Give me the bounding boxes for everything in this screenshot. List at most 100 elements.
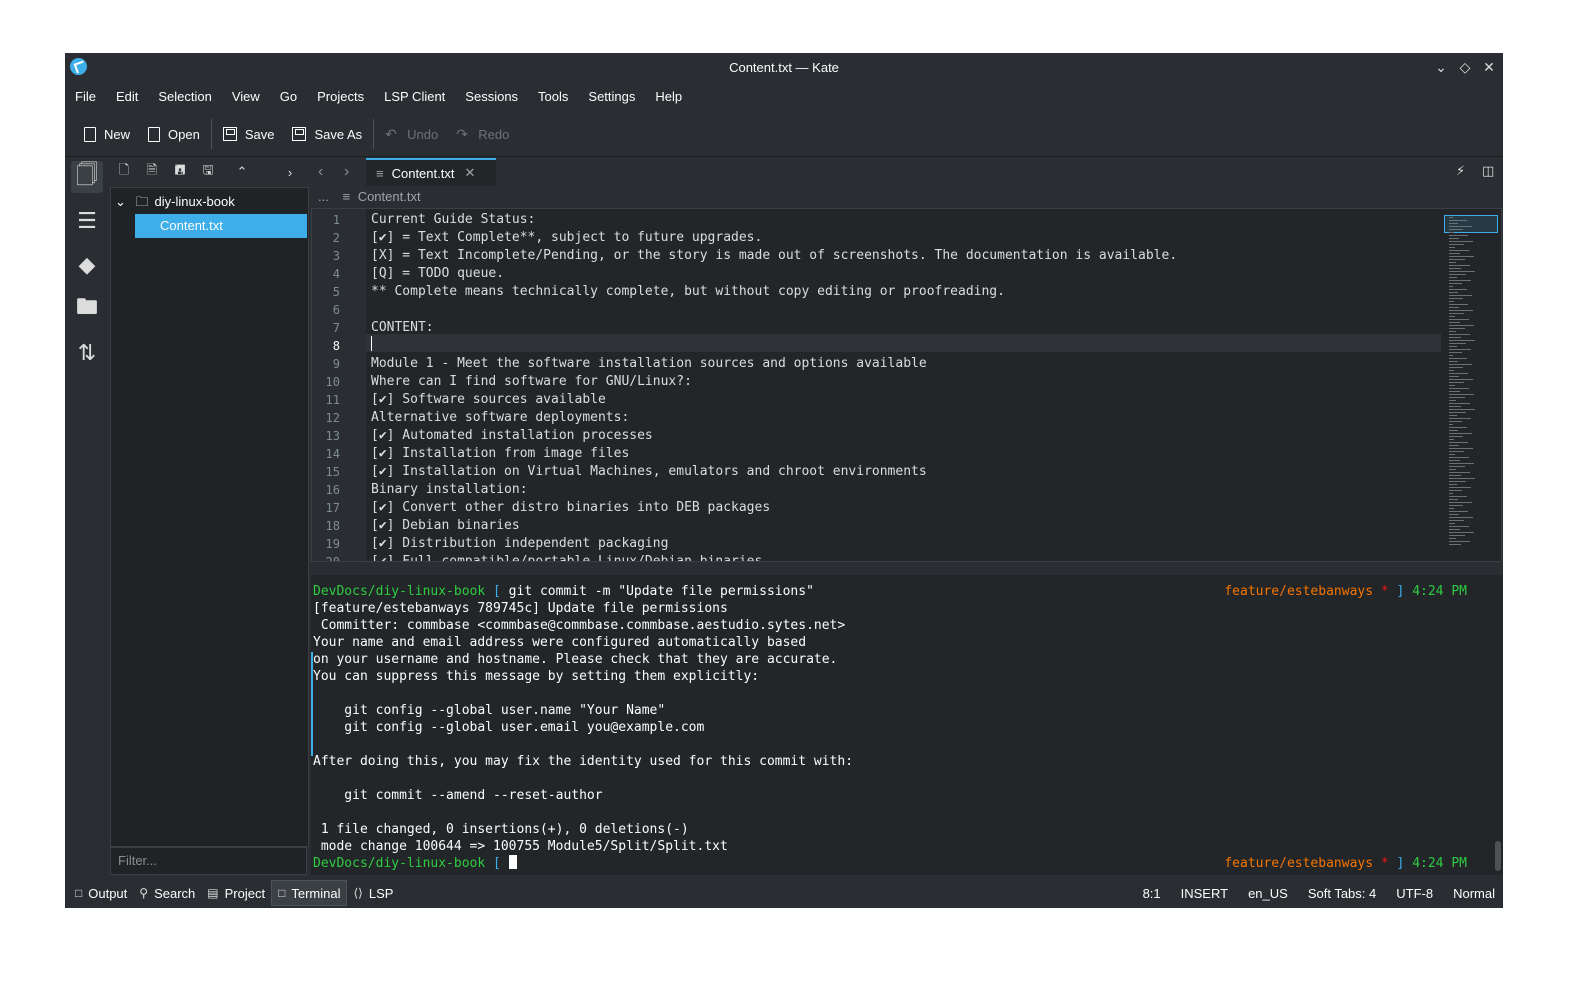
menu-lsp-client[interactable]: LSP Client [374,85,455,109]
minimap-line [1449,265,1470,266]
undo-button[interactable]: ↶ Undo [376,120,447,148]
spellcheck-language[interactable]: en_US [1248,886,1288,901]
menu-projects[interactable]: Projects [307,85,374,109]
new-button[interactable]: New [75,120,139,148]
encoding[interactable]: UTF-8 [1396,886,1433,901]
close-tab-icon[interactable]: ✕ [464,165,475,181]
minimap-line [1449,247,1455,248]
minimap-line [1449,541,1470,542]
terminal-scrollbar[interactable] [1495,841,1501,871]
code-line: [✔] Automated installation processes [371,428,653,443]
minimap-line [1449,313,1464,314]
window-title: Content.txt — Kate [729,60,839,75]
minimap-line [1449,421,1462,422]
menu-go[interactable]: Go [270,85,307,109]
redo-button[interactable]: ↷ Redo [447,120,518,148]
menu-selection[interactable]: Selection [148,85,221,109]
code-line: [Q] = TODO queue. [371,266,505,281]
search-tab[interactable]: ⚲ Search [133,880,201,906]
save-icon [222,127,237,141]
terminal-prompt-right: feature/estebanways * ] 4:24 PM [1224,583,1467,600]
tree-folder-row[interactable]: ⌄ 🗀 diy-linux-book [115,190,235,214]
title-bar[interactable]: Content.txt — Kate ⌄ ◇ ✕ [65,53,1503,81]
output-tab[interactable]: □ Output [69,880,133,906]
menu-view[interactable]: View [222,85,270,109]
menu-help[interactable]: Help [645,85,692,109]
menu-file[interactable]: File [65,85,106,109]
terminal-cursor [508,855,517,869]
minimap-line [1449,268,1461,269]
save-label: Save [244,126,275,142]
forward-arrow-icon[interactable]: › [344,163,349,181]
open-button[interactable]: Open [139,120,209,148]
maximize-icon[interactable]: ◇ [1456,58,1474,76]
input-mode[interactable]: Normal [1453,886,1495,901]
menu-sessions[interactable]: Sessions [455,85,528,109]
minimap-line [1449,445,1459,446]
minimap-line [1449,295,1472,296]
save-as-label: Save As [314,126,363,142]
cursor-position[interactable]: 8:1 [1143,886,1161,901]
line-number: 3 [332,249,340,263]
tree-filter-input[interactable]: Filter... [110,847,307,875]
breadcrumb-ellipsis[interactable]: ... [318,189,329,204]
menu-edit[interactable]: Edit [106,85,148,109]
git-branch: feature/estebanways [1224,856,1374,871]
minimap-line [1449,238,1459,239]
tab-content-txt[interactable]: ≡ Content.txt ✕ [366,158,496,186]
menu-settings[interactable]: Settings [578,85,645,109]
minimap-line [1449,499,1458,500]
terminal-output-line: After doing this, you may fix the identi… [313,754,854,769]
edit-mode[interactable]: INSERT [1181,886,1228,901]
save-file-as-icon[interactable]: 🖫 [194,161,222,183]
minimap-line [1449,217,1453,218]
minimap-line [1449,250,1469,251]
menu-tools[interactable]: Tools [528,85,578,109]
folder-icon[interactable]: 🖿 [71,293,103,325]
terminal-tab[interactable]: □ Terminal [271,880,348,906]
text-editor[interactable]: 1 2 3 4 5 6 7 8 9 10 11 12 13 14 15 16 17 18 19 20 Current … [311,208,1502,562]
projects-icon[interactable]: ⇅ [71,337,103,369]
save-as-button[interactable]: Save As [283,120,371,148]
lsp-tab[interactable]: ⟨⟩ LSP [347,880,399,906]
save-file-icon[interactable]: 🖪 [166,161,194,183]
code-line: [✔] Debian binaries [371,518,520,533]
breadcrumb: ... ≡ Content.txt [308,187,421,207]
minimap-line [1449,388,1469,389]
open-file-icon[interactable]: 🗎 [138,161,166,183]
indentation-setting[interactable]: Soft Tabs: 4 [1308,886,1376,901]
terminal-panel[interactable]: DevDocs/diy-linux-book [ git commit -m "… [311,575,1503,875]
minimap-line [1449,298,1463,299]
documents-icon[interactable]: 🗍 [71,161,103,193]
git-icon[interactable]: ◆ [71,249,103,281]
breadcrumb-file[interactable]: Content.txt [358,189,421,204]
minimap-line [1449,274,1466,275]
line-number: 20 [325,555,340,562]
chevron-right-icon[interactable]: › [276,165,304,180]
text-file-icon: ≡ [342,189,351,204]
code-line: ** Complete means technically complete, … [371,284,1005,299]
line-number: 7 [332,321,340,335]
terminal-output-line: Committer: commbase <commbase@commbase.c… [313,618,846,633]
minimap-line [1449,490,1462,491]
prompt-bracket-close: ] [1396,856,1405,871]
minimap[interactable] [1443,211,1499,559]
symbols-list-icon[interactable]: ☰ [71,205,103,237]
minimap-line [1449,532,1474,533]
tree-file-row[interactable]: Content.txt [135,214,307,238]
minimap-line [1449,496,1467,497]
minimize-icon[interactable]: ⌄ [1432,58,1450,76]
code-line: [✔] Distribution independent packaging [371,536,669,551]
close-icon[interactable]: ✕ [1480,58,1498,76]
output-icon: □ [75,886,83,900]
back-arrow-icon[interactable]: ‹ [318,163,323,181]
split-view-icon[interactable]: ◫ [1482,163,1494,179]
collapse-up-icon[interactable]: ⌃ [228,164,256,180]
terminal-output-line: [feature/estebanways 789745c] Update fil… [313,601,728,616]
terminal-prompt-line-2: DevDocs/diy-linux-book [ [313,855,517,872]
save-button[interactable]: Save [214,120,284,148]
quick-open-icon[interactable]: ⚡ [1456,163,1465,179]
new-file-icon[interactable]: 🗋 [110,161,138,183]
project-tab[interactable]: ▤ Project [201,880,271,906]
minimap-line [1449,334,1470,335]
